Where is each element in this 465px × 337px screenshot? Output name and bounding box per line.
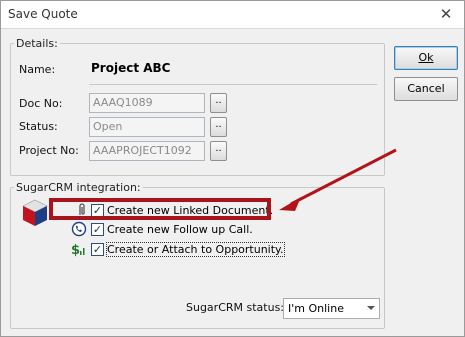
highlight-box xyxy=(49,198,271,220)
sugarcrm-legend: SugarCRM integration: xyxy=(16,181,141,194)
save-quote-dialog: Save Quote ✕ Details: Name: Project ABC … xyxy=(0,0,465,337)
sugarcrm-status-label: SugarCRM status: xyxy=(186,301,285,314)
doc-no-browse-button[interactable]: .. xyxy=(210,93,227,113)
name-label: Name: xyxy=(19,63,56,76)
sugarcrm-status-value: I'm Online xyxy=(288,302,344,315)
name-value: Project ABC xyxy=(91,61,171,75)
phone-icon xyxy=(71,221,87,237)
title-bar: Save Quote ✕ xyxy=(1,1,464,29)
window-title: Save Quote xyxy=(8,7,78,21)
sugarcrm-status-dropdown[interactable]: I'm Online xyxy=(283,298,380,319)
opportunity-checkbox[interactable]: ✓ xyxy=(91,243,104,256)
close-icon[interactable]: ✕ xyxy=(436,4,456,24)
status-field[interactable]: Open xyxy=(89,117,205,137)
status-label: Status: xyxy=(19,120,58,133)
follow-up-call-label: Create new Follow up Call. xyxy=(107,223,253,236)
dollar-icon: $ xyxy=(71,243,85,257)
opportunity-label: Create or Attach to Opportunity. xyxy=(106,242,285,257)
chevron-down-icon xyxy=(367,306,375,310)
svg-text:$: $ xyxy=(71,243,80,257)
follow-up-call-checkbox[interactable]: ✓ xyxy=(91,223,104,236)
annotation-arrow-icon xyxy=(279,148,397,211)
doc-no-field[interactable]: AAAQ1089 xyxy=(89,93,205,113)
project-no-label: Project No: xyxy=(19,144,79,157)
ok-label: Ok xyxy=(418,51,434,64)
sugarcrm-logo-icon xyxy=(22,199,48,226)
ok-button[interactable]: Ok xyxy=(394,46,458,70)
project-no-field[interactable]: AAAPROJECT1092 xyxy=(89,141,205,161)
doc-no-label: Doc No: xyxy=(19,97,63,110)
details-legend: Details: xyxy=(16,37,58,50)
status-browse-button[interactable]: .. xyxy=(210,117,227,137)
project-no-browse-button[interactable]: .. xyxy=(210,141,227,161)
details-separator xyxy=(89,84,377,85)
cancel-button[interactable]: Cancel xyxy=(394,77,458,101)
